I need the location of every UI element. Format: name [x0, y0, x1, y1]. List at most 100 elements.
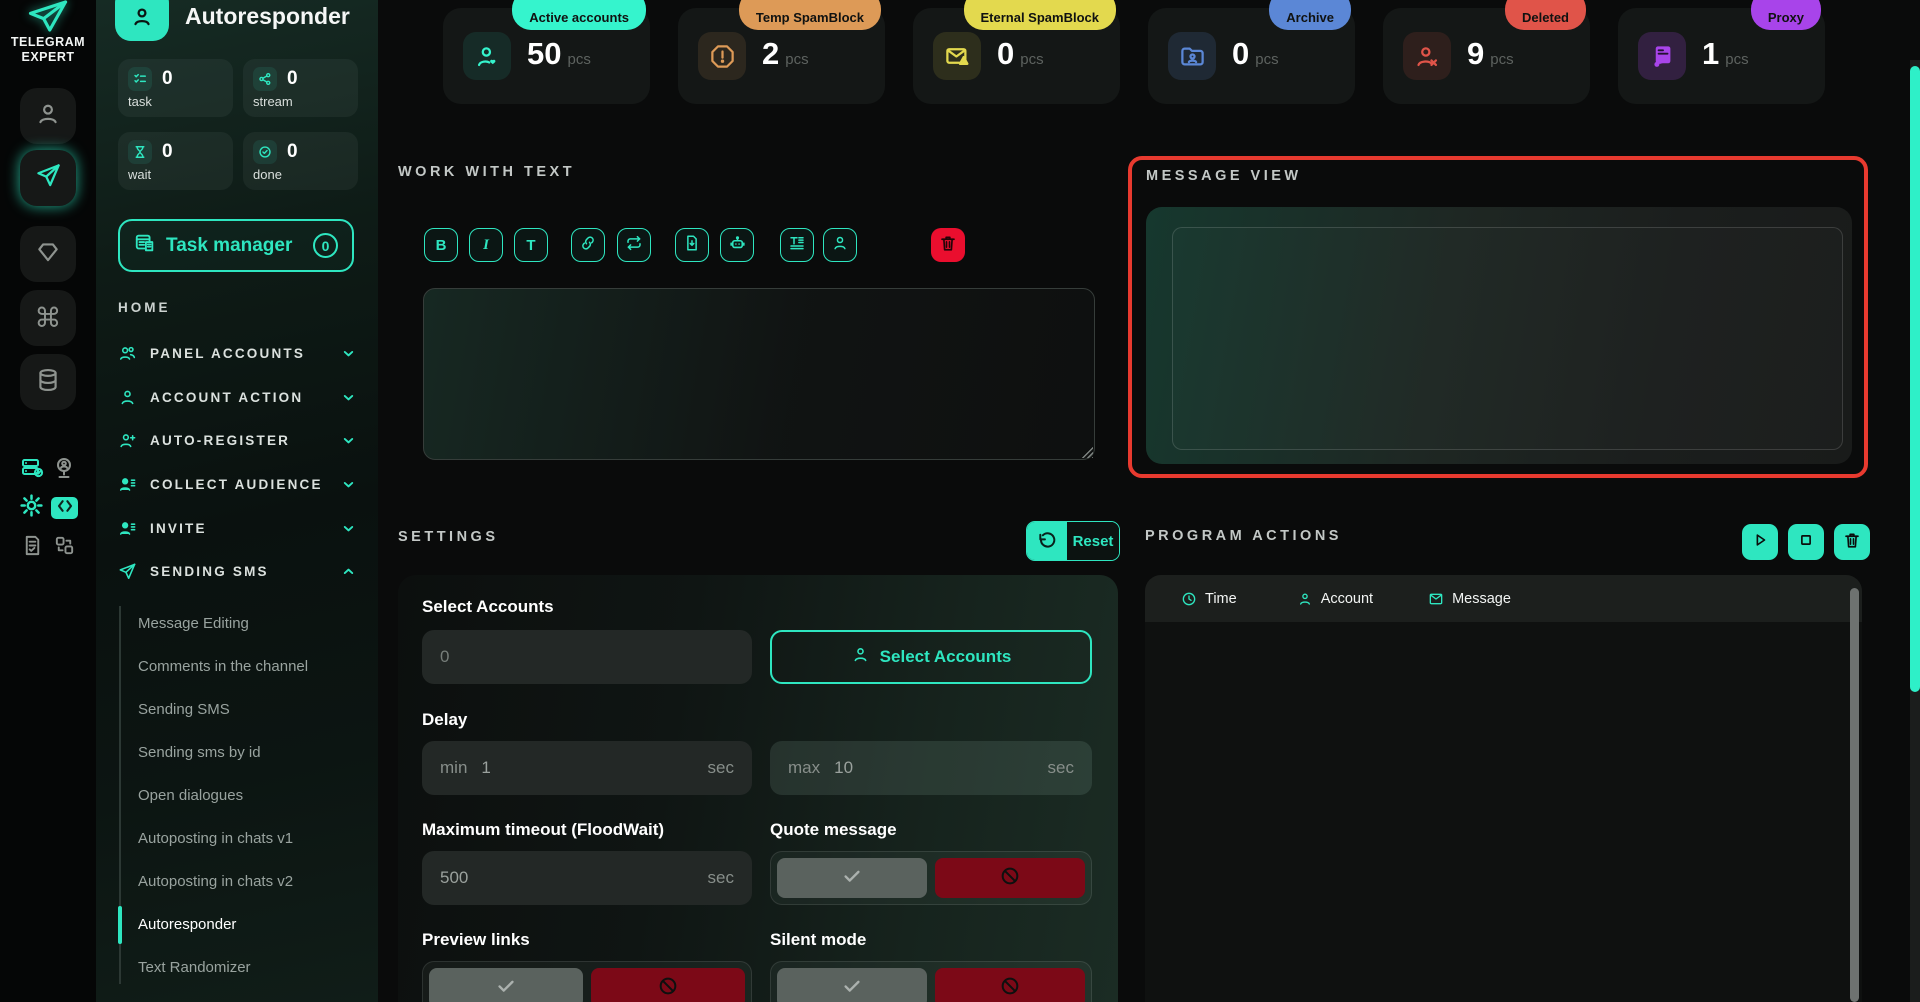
main-content: Active accounts 50pcs Temp SpamBlock 2pc… — [378, 0, 1920, 1002]
link-button[interactable] — [571, 228, 605, 262]
silent-enable-option[interactable] — [777, 968, 927, 1002]
submenu-text-randomizer[interactable]: Text Randomizer — [138, 946, 358, 989]
silent-mode-label: Silent mode — [770, 930, 866, 950]
person-icon — [35, 101, 61, 132]
people-icon — [118, 344, 137, 363]
message-view-title: MESSAGE VIEW — [1146, 168, 1302, 184]
submenu-comments-channel[interactable]: Comments in the channel — [138, 645, 358, 688]
timeout-label: Maximum timeout (FloodWait) — [422, 820, 664, 840]
quote-enable-option[interactable] — [777, 858, 927, 898]
italic-button[interactable]: I — [469, 228, 503, 262]
stop-icon — [1797, 531, 1815, 554]
delay-min-input[interactable] — [481, 758, 707, 778]
bold-button[interactable]: B — [424, 228, 458, 262]
message-text-input[interactable] — [423, 288, 1095, 460]
submenu-autoresponder[interactable]: Autoresponder — [138, 903, 358, 946]
submenu-message-editing[interactable]: Message Editing — [138, 602, 358, 645]
stat-card-active-accounts: Active accounts 50pcs — [443, 8, 650, 104]
server-status-button[interactable] — [20, 458, 44, 482]
document-check-icon — [21, 534, 44, 562]
command-icon: ⌘ — [35, 305, 62, 332]
clear-text-button[interactable] — [931, 228, 965, 262]
repeat-icon — [625, 234, 643, 256]
sidebar-item-panel-accounts[interactable]: PANEL ACCOUNTS — [118, 331, 356, 375]
preview-disable-option[interactable] — [591, 968, 745, 1002]
page-title: Autoresponder — [185, 3, 350, 30]
submenu-autoposting-v1[interactable]: Autoposting in chats v1 — [138, 817, 358, 860]
rail-profile-button[interactable] — [20, 88, 76, 144]
text-format-button[interactable]: T — [514, 228, 548, 262]
page-icon-chip — [115, 0, 169, 41]
repeat-button[interactable] — [617, 228, 651, 262]
rail-commands-button[interactable]: ⌘ — [20, 290, 76, 346]
sidebar-item-sending-sms[interactable]: SENDING SMS — [118, 549, 356, 593]
person-list-icon — [118, 519, 137, 538]
accounts-count-input[interactable] — [440, 647, 734, 667]
preview-enable-option[interactable] — [429, 968, 583, 1002]
person-icon — [1297, 591, 1313, 607]
status-badge: Active accounts — [512, 0, 646, 30]
delay-max-input[interactable] — [834, 758, 1047, 778]
person-icon — [118, 388, 137, 407]
column-message: Message — [1428, 591, 1511, 607]
task-manager-count: 0 — [313, 233, 338, 258]
task-manager-button[interactable]: Task manager 0 — [118, 219, 354, 272]
chevron-up-icon — [341, 564, 356, 579]
delete-actions-button[interactable] — [1834, 524, 1870, 560]
share-nodes-icon — [253, 67, 277, 91]
text-template-icon — [788, 234, 806, 256]
sidebar-item-invite[interactable]: INVITE — [118, 506, 356, 550]
counter-done: 0 done — [243, 132, 358, 190]
stop-button[interactable] — [1788, 524, 1824, 560]
status-badge: Deleted — [1505, 0, 1586, 30]
report-doc-button[interactable] — [20, 536, 44, 560]
mention-user-button[interactable] — [823, 228, 857, 262]
person-list-icon — [118, 475, 137, 494]
sidebar: Autoresponder 0 task 0 stream 0 wait 0 d… — [96, 0, 378, 1002]
person-icon — [130, 5, 154, 34]
select-accounts-button[interactable]: Select Accounts — [770, 630, 1092, 684]
settings-panel: Select Accounts Select Accounts Delay mi… — [398, 575, 1118, 1002]
submenu-sending-sms-by-id[interactable]: Sending sms by id — [138, 731, 358, 774]
submenu-autoposting-v2[interactable]: Autoposting in chats v2 — [138, 860, 358, 903]
counter-wait: 0 wait — [118, 132, 233, 190]
file-down-icon — [683, 234, 701, 256]
quote-disable-option[interactable] — [935, 858, 1085, 898]
stat-card-archive: Archive 0pcs — [1148, 8, 1355, 104]
sidebar-item-auto-register[interactable]: AUTO-REGISTER — [118, 418, 356, 462]
stat-card-proxy: Proxy 1pcs — [1618, 8, 1825, 104]
rail-database-button[interactable] — [20, 354, 76, 410]
rail-sender-button[interactable] — [20, 150, 76, 206]
stat-card-eternal-spamblock: Eternal SpamBlock 0pcs — [913, 8, 1120, 104]
submenu-sending-sms[interactable]: Sending SMS — [138, 688, 358, 731]
clock-icon — [1181, 591, 1197, 607]
brand-logo-plane-icon — [27, 0, 69, 37]
sidebar-item-account-action[interactable]: ACCOUNT ACTION — [118, 375, 356, 419]
status-badge: Proxy — [1751, 0, 1821, 30]
sidebar-item-home[interactable]: HOME — [118, 300, 171, 315]
quote-message-toggle — [770, 851, 1092, 905]
table-scrollbar[interactable] — [1850, 588, 1859, 1002]
submenu-open-dialogues[interactable]: Open dialogues — [138, 774, 358, 817]
rail-premium-button[interactable] — [20, 226, 76, 282]
page-scrollbar-thumb[interactable] — [1910, 66, 1920, 692]
delay-min-field: min sec — [422, 741, 752, 795]
webcam-button[interactable] — [52, 458, 76, 482]
text-toolbar: B I T — [424, 228, 965, 262]
silent-disable-option[interactable] — [935, 968, 1085, 1002]
status-badge: Eternal SpamBlock — [964, 0, 1117, 30]
settings-title: SETTINGS — [398, 529, 499, 545]
settings-gear-button[interactable] — [19, 496, 43, 520]
check-icon — [841, 975, 863, 1002]
swap-button[interactable] — [52, 536, 76, 560]
code-icon — [55, 498, 75, 519]
template-button[interactable] — [780, 228, 814, 262]
file-insert-button[interactable] — [675, 228, 709, 262]
timeout-input[interactable] — [440, 868, 708, 888]
silent-mode-toggle — [770, 961, 1092, 1002]
code-window-button[interactable] — [51, 497, 78, 519]
sidebar-item-collect-audience[interactable]: COLLECT AUDIENCE — [118, 462, 356, 506]
run-button[interactable] — [1742, 524, 1778, 560]
bot-button[interactable] — [720, 228, 754, 262]
reset-button[interactable]: Reset — [1026, 521, 1120, 561]
